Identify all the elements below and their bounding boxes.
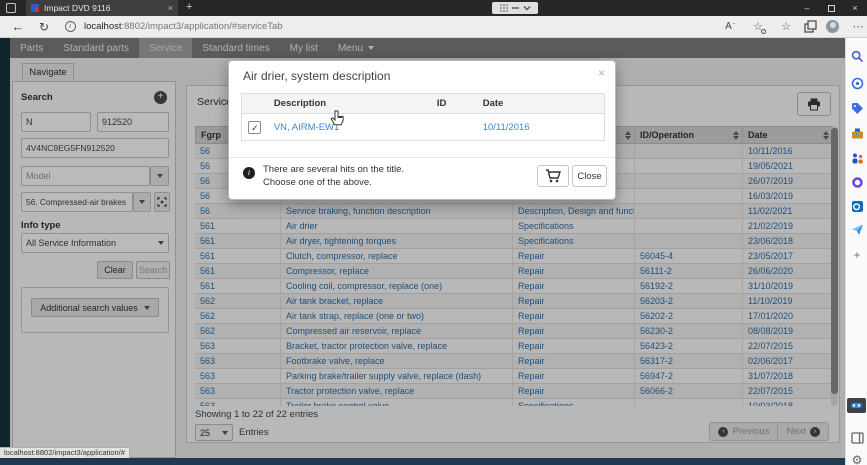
chevron-down-icon[interactable] [523, 4, 531, 12]
grid-dots-icon [500, 4, 508, 12]
read-aloud-icon[interactable]: Aˆ [720, 16, 740, 37]
browser-toolbar: ← ↻ i localhost:8802/impact3/application… [0, 16, 867, 38]
screenshot-root: Impact DVD 9116 × + – × ← ↻ i localhost:… [0, 0, 867, 465]
info-icon: i [243, 167, 255, 179]
dialog-table-row[interactable]: ✓ VN, AIRM-EW1 10/11/2016 [242, 114, 604, 140]
browser-tab[interactable]: Impact DVD 9116 × [26, 0, 178, 16]
dialog-close-icon[interactable]: × [598, 66, 605, 80]
recorder-widget[interactable] [492, 2, 538, 14]
url-path: :8802/impact3/application/#serviceTab [122, 21, 283, 32]
tab-close-icon[interactable]: × [168, 3, 173, 13]
search-icon[interactable] [849, 48, 865, 64]
designer-ring-icon[interactable] [849, 174, 865, 190]
toolbox-icon[interactable] [849, 125, 865, 141]
cart-icon [545, 169, 561, 183]
window-maximize-button[interactable] [819, 0, 843, 16]
favorites-bar-icon[interactable]: ☆ [776, 16, 796, 37]
window-minimize-button[interactable]: – [795, 0, 819, 16]
people-icon[interactable] [849, 150, 865, 166]
dialog-info-line2: Choose one of the above. [263, 177, 372, 188]
copilot-icon[interactable] [849, 75, 865, 91]
refresh-button[interactable]: ↻ [34, 16, 54, 37]
paper-plane-icon[interactable] [849, 221, 865, 237]
tab-actions-icon[interactable] [6, 3, 16, 13]
window-controls: – × [795, 0, 867, 16]
window-close-button[interactable]: × [843, 0, 867, 16]
edge-sidebar: + ⚙ [845, 38, 867, 465]
browser-tab-strip: Impact DVD 9116 × + – × [0, 0, 867, 16]
close-button[interactable]: Close [572, 165, 607, 187]
status-link-tooltip: localhost:8802/impact3/application/# [0, 447, 130, 458]
dialog-info-line1: There are several hits on the title. [263, 164, 404, 175]
hit-selection-dialog: Air drier, system description × Descript… [228, 60, 616, 200]
bottom-bar [0, 458, 845, 465]
plus-icon[interactable]: + [849, 247, 865, 263]
mouse-cursor-icon [330, 110, 345, 133]
favorites-star-icon[interactable]: ☆ [748, 16, 768, 37]
dialog-title: Air drier, system description [243, 69, 390, 83]
dialog-divider [229, 157, 615, 158]
profile-avatar[interactable] [826, 20, 839, 33]
url-host: localhost [84, 21, 122, 32]
dialog-col-description: Description [268, 98, 433, 109]
dark-badge-icon[interactable] [847, 398, 866, 413]
dialog-table-header: Description ID Date [242, 94, 604, 114]
address-bar[interactable]: localhost:8802/impact3/application/#serv… [84, 16, 283, 37]
more-menu-icon[interactable]: ⋯ [850, 16, 866, 37]
row-checkbox[interactable]: ✓ [248, 121, 261, 134]
minimize-widget-icon[interactable] [512, 4, 519, 12]
settings-gear-icon[interactable]: ⚙ [849, 452, 865, 465]
hit-description-link[interactable]: VN, AIRM-EW1 [268, 122, 433, 133]
dialog-col-id: ID [433, 98, 479, 109]
favicon-icon [31, 4, 39, 12]
tab-title: Impact DVD 9116 [44, 3, 164, 13]
outlook-icon[interactable] [849, 198, 865, 214]
shopping-tag-icon[interactable] [849, 100, 865, 116]
collections-icon[interactable] [800, 16, 820, 37]
hit-date-cell: 10/11/2016 [479, 122, 604, 133]
new-tab-button[interactable]: + [186, 1, 192, 13]
back-button[interactable]: ← [8, 16, 28, 37]
add-to-cart-button[interactable] [537, 165, 569, 187]
site-info-icon[interactable]: i [62, 16, 78, 37]
dialog-table: Description ID Date ✓ VN, AIRM-EW1 10/11… [241, 93, 605, 141]
dialog-col-date: Date [479, 98, 604, 109]
open-panel-icon[interactable] [849, 430, 865, 446]
